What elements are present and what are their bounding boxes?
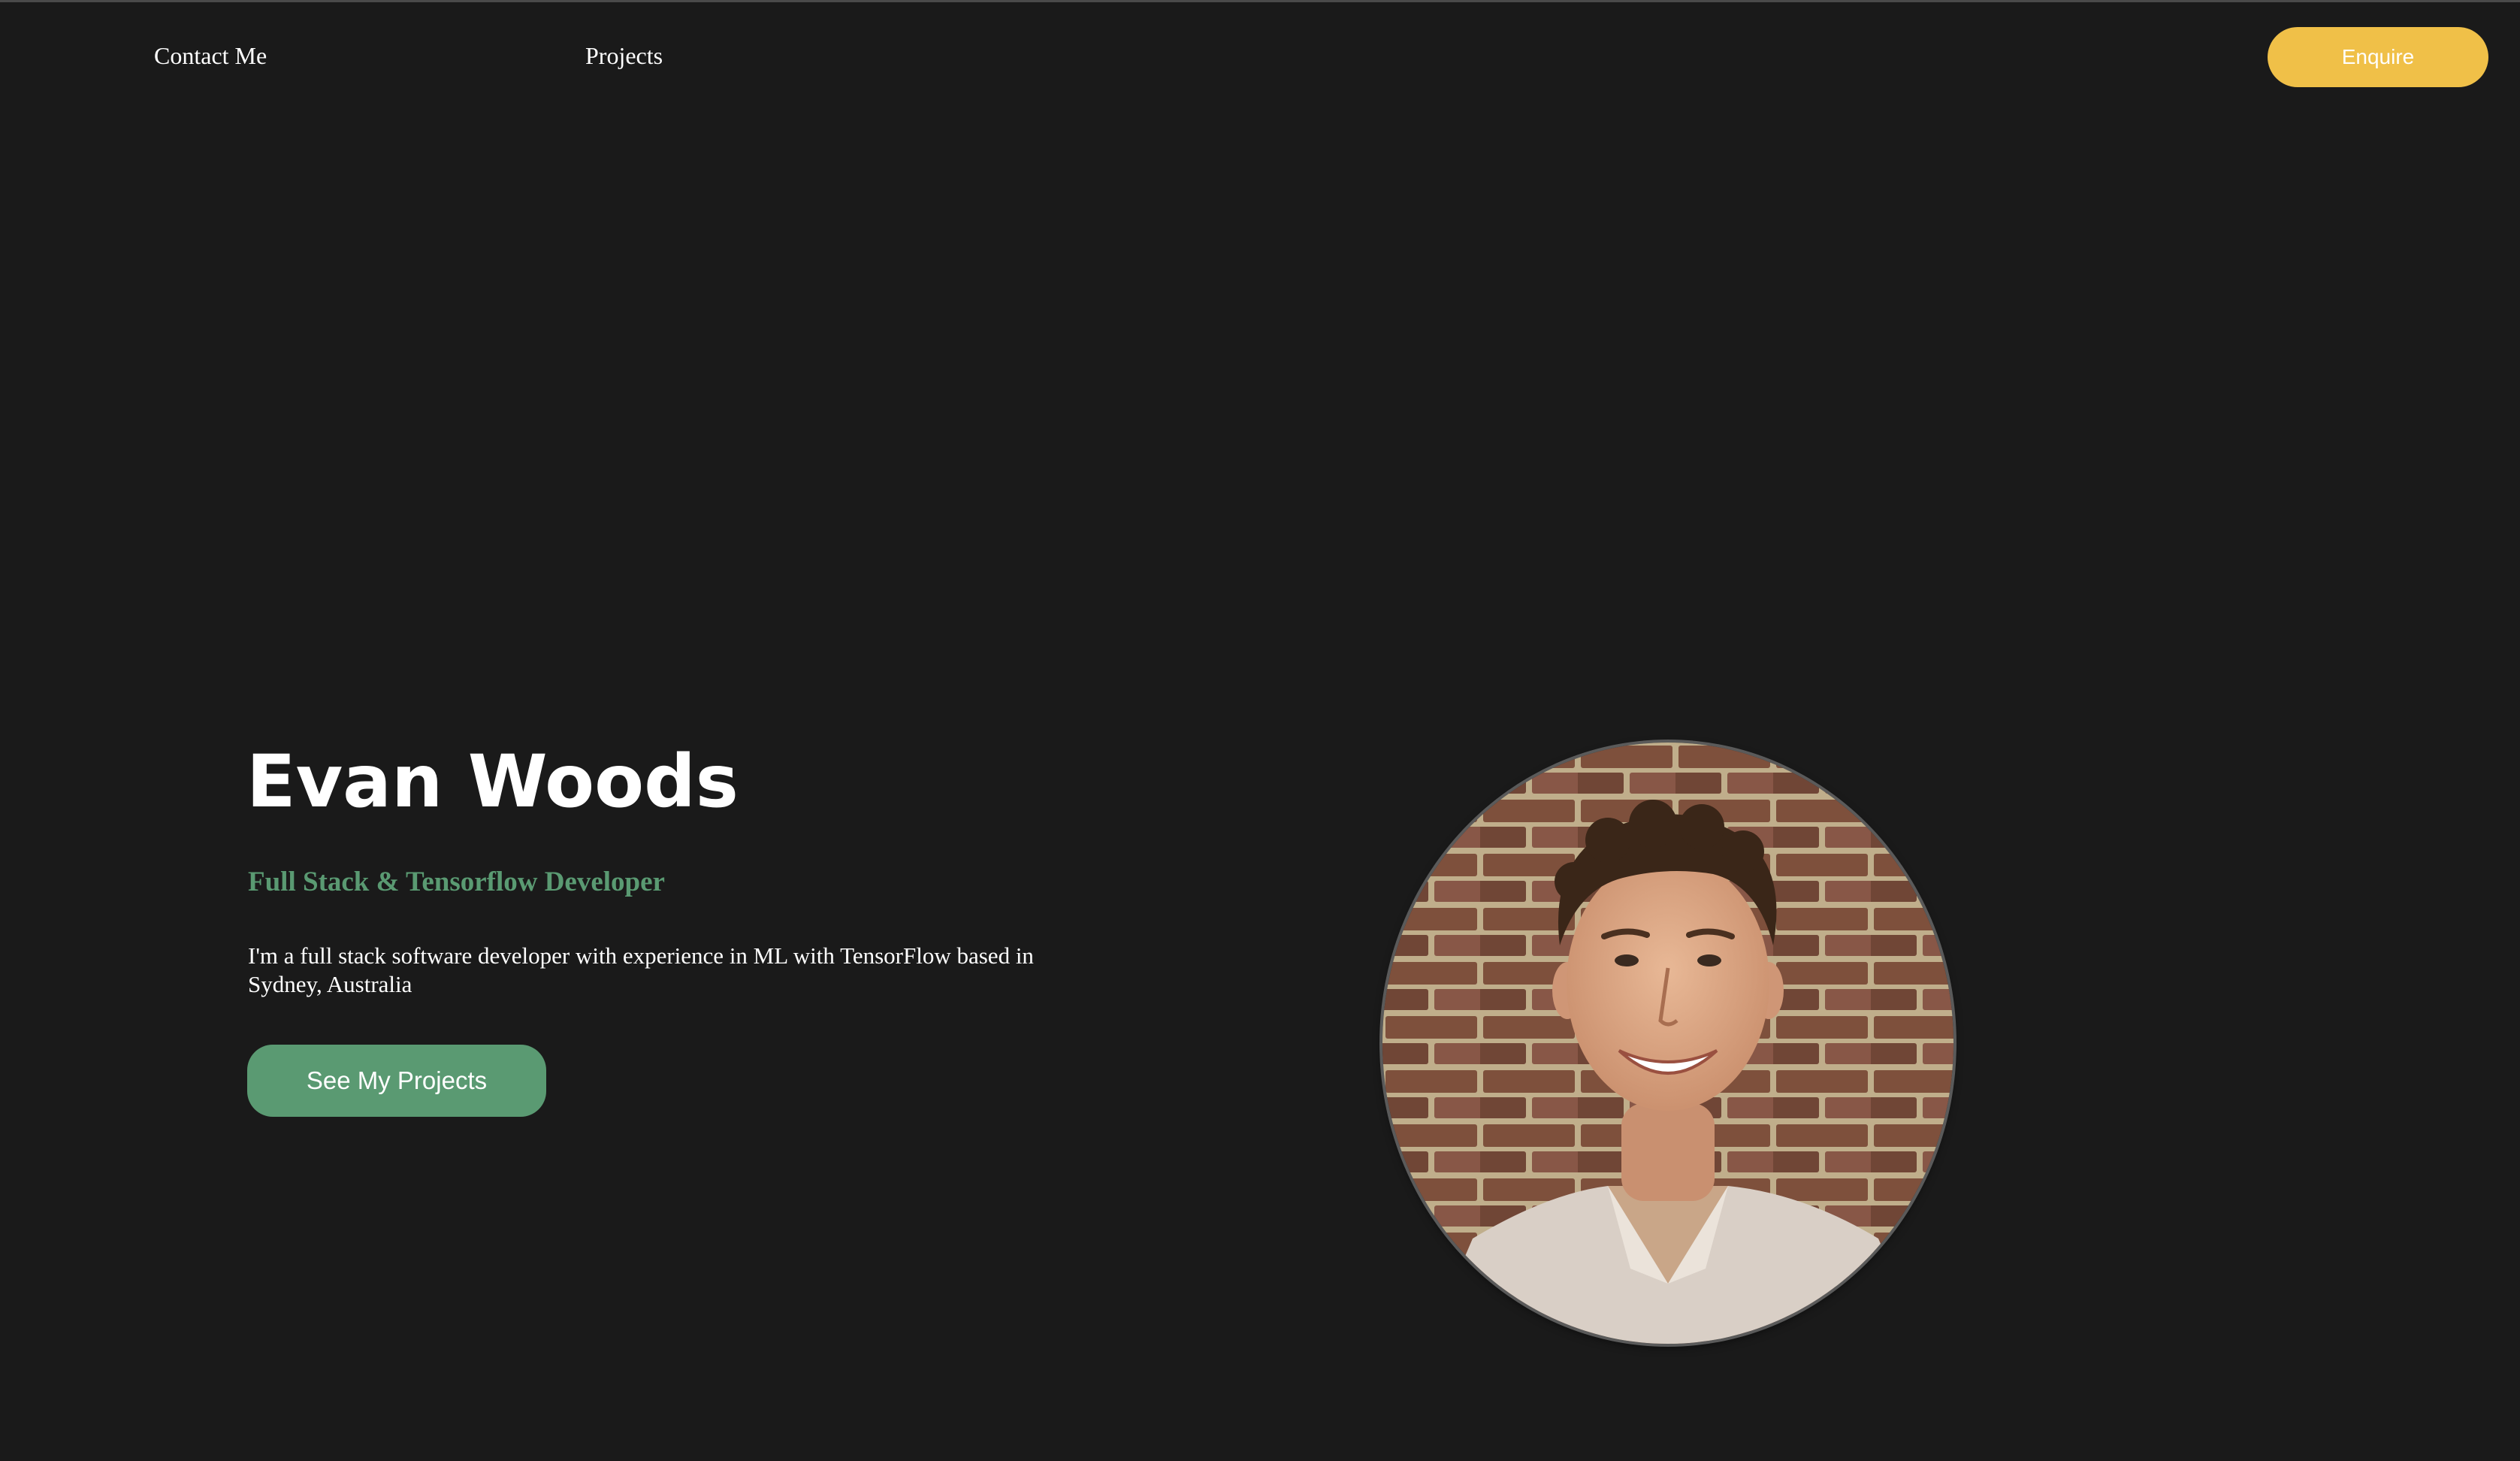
see-projects-button[interactable]: See My Projects xyxy=(247,1045,546,1117)
profile-photo-illustration xyxy=(1382,743,1953,1344)
hero-description: I'm a full stack software developer with… xyxy=(248,942,1034,997)
hero-role: Full Stack & Tensorflow Developer xyxy=(248,867,665,897)
nav-link-projects[interactable]: Projects xyxy=(585,41,663,71)
enquire-button[interactable]: Enquire xyxy=(2268,27,2488,87)
navbar: Contact Me Projects Enquire xyxy=(0,0,2520,113)
hero-name: Evan Woods xyxy=(246,740,739,824)
profile-photo xyxy=(1382,743,1953,1344)
nav-link-contact[interactable]: Contact Me xyxy=(154,41,267,71)
